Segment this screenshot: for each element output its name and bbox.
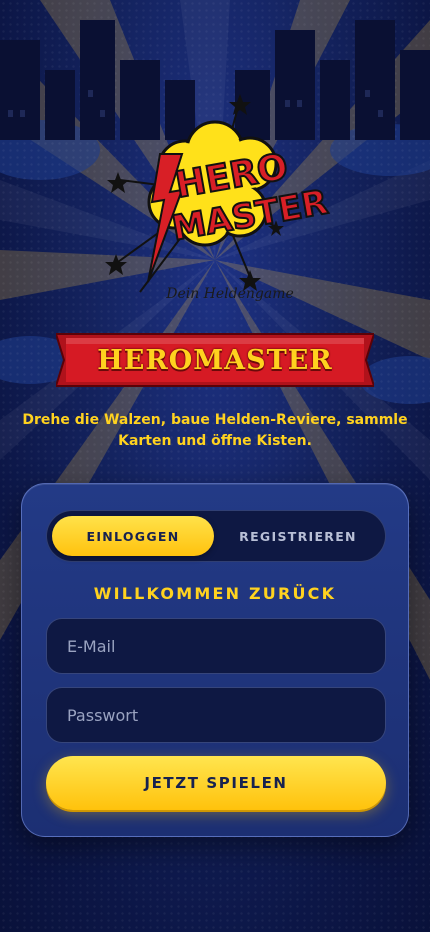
tab-register[interactable]: REGISTRIEREN bbox=[217, 516, 379, 556]
tab-login[interactable]: EINLOGGEN bbox=[52, 516, 214, 556]
play-now-button[interactable]: JETZT SPIELEN bbox=[46, 756, 386, 810]
subtitle-line-1: Drehe die Walzen, baue Helden-Reviere, s… bbox=[22, 412, 408, 428]
subtitle-line-2: Karten und öffne Kisten. bbox=[118, 433, 312, 449]
password-field[interactable] bbox=[46, 687, 386, 743]
heromaster-logo: HERO MASTER bbox=[105, 94, 330, 293]
app-subtitle: Drehe die Walzen, baue Helden-Reviere, s… bbox=[20, 410, 410, 452]
login-card: EINLOGGEN REGISTRIEREN WILLKOMMEN ZURÜCK… bbox=[21, 483, 409, 837]
email-field[interactable] bbox=[46, 618, 386, 674]
welcome-heading: WILLKOMMEN ZURÜCK bbox=[93, 584, 337, 603]
auth-tabs: EINLOGGEN REGISTRIEREN bbox=[46, 510, 386, 562]
tagline: Dein Heldengame bbox=[166, 286, 294, 302]
app-title: HEROMASTER bbox=[97, 344, 333, 376]
